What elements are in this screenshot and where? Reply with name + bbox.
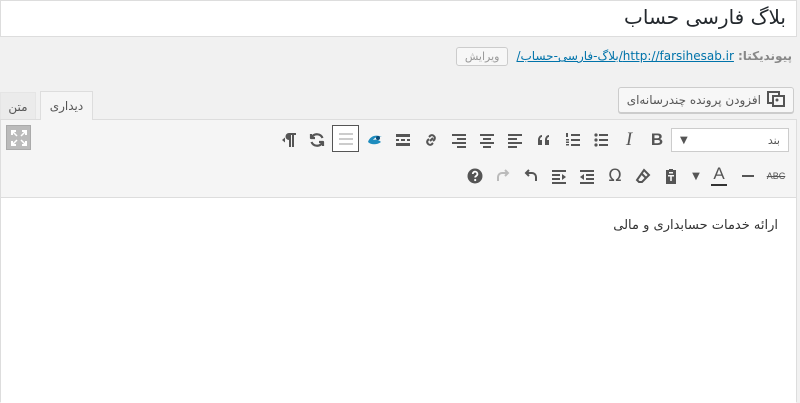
read-more-icon[interactable] (389, 126, 417, 154)
bold-icon[interactable]: B (643, 126, 671, 154)
strikethrough-icon[interactable]: ABC (762, 162, 790, 190)
format-select-value: بند (767, 133, 780, 147)
toolbar-toggle-icon[interactable] (332, 125, 359, 152)
add-media-button[interactable]: افزودن پرونده چندرسانه‌ای (617, 87, 794, 113)
plugin-icon[interactable] (361, 126, 389, 154)
outdent-icon[interactable] (573, 162, 601, 190)
help-icon[interactable] (461, 162, 489, 190)
permalink-row: پیوندیکتا: http://farsihesab.ir/بلاگ-فار… (455, 44, 792, 68)
media-icon (767, 90, 785, 110)
tab-text[interactable]: متن (0, 92, 36, 120)
align-left-icon[interactable] (501, 126, 529, 154)
indent-icon[interactable] (545, 162, 573, 190)
permalink-edit-button[interactable]: ویرایش (455, 46, 509, 66)
tab-visual[interactable]: دیداری (40, 91, 93, 120)
text-color-icon[interactable]: A (705, 162, 733, 190)
permalink-label: پیوندیکتا: (737, 49, 792, 63)
post-title-input[interactable]: بلاگ فارسی حساب (0, 0, 797, 37)
paste-text-icon[interactable] (657, 162, 685, 190)
fullscreen-icon[interactable] (6, 125, 31, 150)
chevron-down-icon: ▼ (680, 134, 688, 146)
format-select[interactable]: ▼ بند (671, 128, 789, 152)
numbered-list-icon[interactable] (559, 126, 587, 154)
content-paragraph: ارائه خدمات حسابداری و مالی (613, 218, 778, 233)
text-color-glyph: A (713, 164, 725, 183)
special-character-icon[interactable]: Ω (601, 162, 629, 190)
link-icon[interactable] (417, 126, 445, 154)
color-dropdown-icon[interactable]: ▼ (689, 162, 703, 190)
permalink-link[interactable]: http://farsihesab.ir/بلاگ-فارسی-حساب/ (516, 49, 733, 63)
editor-toolbar: ▼ بند B I ABC A ▼ Ω (1, 120, 796, 198)
align-right-icon[interactable] (445, 126, 473, 154)
italic-icon[interactable]: I (615, 126, 643, 154)
blockquote-icon[interactable] (530, 126, 558, 154)
editor-content[interactable]: ارائه خدمات حسابداری و مالی (1, 198, 796, 403)
redo-icon[interactable] (489, 162, 517, 190)
clear-formatting-icon[interactable] (629, 162, 657, 190)
text-direction-icon[interactable] (275, 126, 303, 154)
add-media-label: افزودن پرونده چندرسانه‌ای (626, 93, 761, 107)
undo-icon[interactable] (517, 162, 545, 190)
horizontal-line-icon[interactable] (734, 162, 762, 190)
bullet-list-icon[interactable] (587, 126, 615, 154)
editor: ▼ بند B I ABC A ▼ Ω ارائه خدمات حسابداری… (0, 119, 797, 403)
refresh-icon[interactable] (303, 126, 331, 154)
align-center-icon[interactable] (473, 126, 501, 154)
